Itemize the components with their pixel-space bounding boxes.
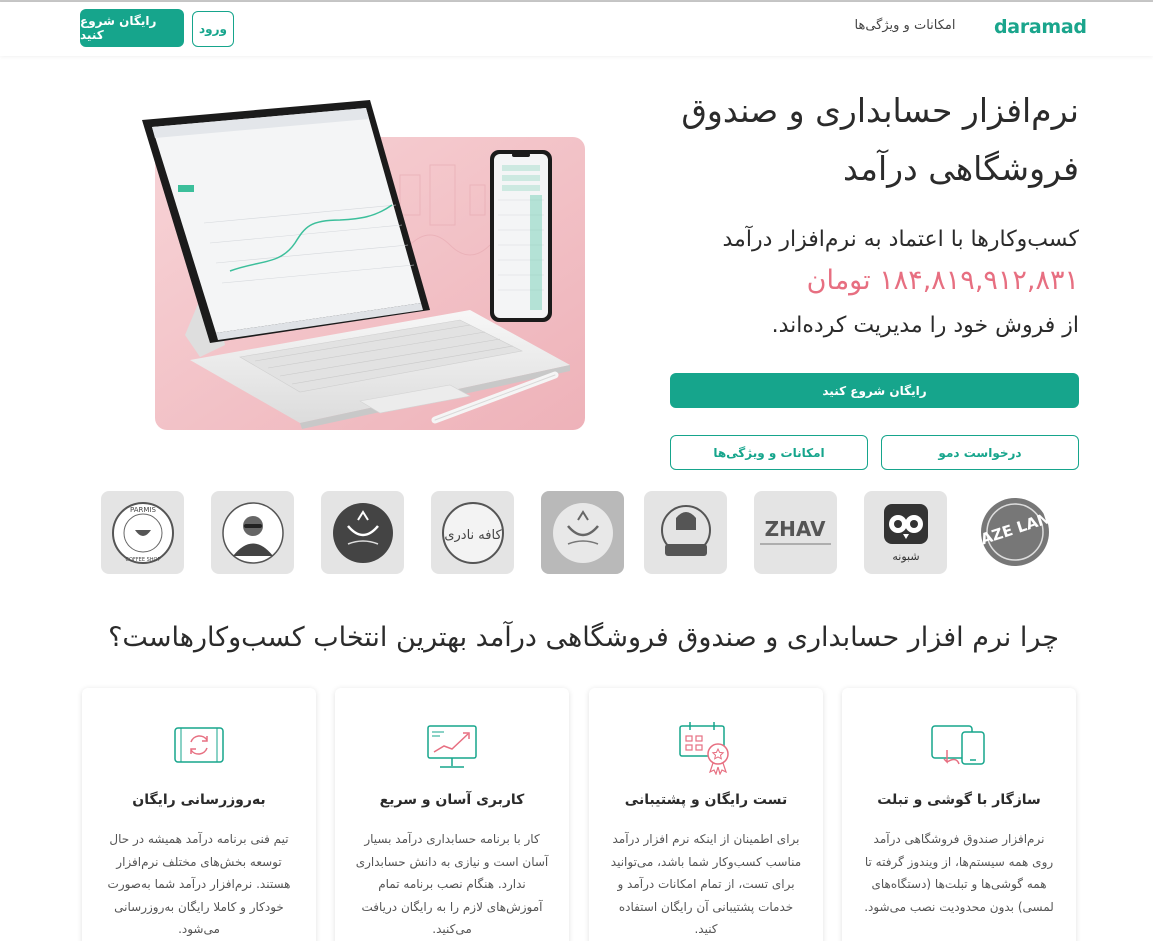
card-text: تیم فنی برنامه درآمد همیشه در حال توسعه … [107, 832, 291, 936]
svg-text:شبونه: شبونه [892, 550, 919, 563]
customer-logos: MAZE LAND شبونه ZHAV کافه نادری PARMIS C… [101, 491, 1057, 574]
cafe-chef-logo [644, 491, 727, 574]
card-text: نرم‌افزار صندوق فروشگاهی درآمد روی همه س… [864, 832, 1054, 914]
maze-land-logo: MAZE LAND [974, 491, 1057, 574]
login-button[interactable]: ورود [192, 11, 234, 47]
devices-icon [929, 720, 989, 775]
feature-card-update: به‌روزرسانی رایگان تیم فنی برنامه درآمد … [82, 688, 316, 941]
card-title: تست رایگان و پشتیبانی [624, 792, 788, 808]
svg-text:PARMIS: PARMIS [130, 506, 157, 514]
hero-product-image [130, 95, 590, 435]
man-portrait-logo [211, 491, 294, 574]
why-section-title: چرا نرم افزار حسابداری و صندوق فروشگاهی … [108, 622, 1059, 653]
feature-card-trial: تست رایگان و پشتیبانی برای اطمینان از ای… [589, 688, 823, 941]
hero-sales-amount: ۱۸۴,۸۱۹,۹۱۲,۸۳۱ تومان [806, 265, 1079, 296]
features-button[interactable]: امکانات و ویژگی‌ها [670, 435, 868, 470]
cafe-nader-logo: کافه نادری [431, 491, 514, 574]
header-start-free-button[interactable]: رایگان شروع کنید [80, 9, 184, 47]
demo-request-button[interactable]: درخواست دمو [881, 435, 1079, 470]
nav-features-link[interactable]: امکانات و ویژگی‌ها [852, 18, 958, 33]
parmis-logo: PARMIS COFFEE SHOP [101, 491, 184, 574]
brand-logo[interactable]: daramad [994, 16, 1087, 38]
calendar-badge-icon [676, 720, 736, 776]
svg-text:COFFEE SHOP: COFFEE SHOP [125, 557, 160, 563]
feature-card-easy: کاربری آسان و سریع کار با برنامه حسابدار… [335, 688, 569, 941]
card-title: کاربری آسان و سریع [379, 792, 525, 808]
feature-card-devices: سازگار با گوشی و تبلت نرم‌افزار صندوق فر… [842, 688, 1076, 941]
bowl-logo-dark [321, 491, 404, 574]
bowl-logo-light [541, 491, 624, 574]
hero-start-free-button[interactable]: رایگان شروع کنید [670, 373, 1079, 408]
zhav-logo: ZHAV [754, 491, 837, 574]
chart-monitor-icon [422, 720, 482, 775]
card-text: برای اطمینان از اینکه نرم افزار درآمد من… [610, 832, 802, 936]
hero-subtitle-2: از فروش خود را مدیریت کرده‌اند. [771, 313, 1079, 338]
hero-subtitle-1: کسب‌وکارها با اعتماد به نرم‌افزار درآمد [722, 227, 1080, 252]
card-title: به‌روزرسانی رایگان [132, 792, 266, 808]
svg-text:کافه نادری: کافه نادری [444, 528, 502, 543]
card-text: کار با برنامه حسابداری درآمد بسیار آسان … [355, 832, 549, 936]
card-title: سازگار با گوشی و تبلت [877, 792, 1041, 808]
hero-title: نرم‌افزار حسابداری و صندوق فروشگاهی درآم… [681, 91, 1079, 188]
site-header: daramad امکانات و ویژگی‌ها ورود رایگان ش… [0, 2, 1153, 56]
svg-text:ZHAV: ZHAV [765, 517, 826, 541]
update-sync-icon [169, 720, 229, 775]
shabooneh-logo: شبونه [864, 491, 947, 574]
